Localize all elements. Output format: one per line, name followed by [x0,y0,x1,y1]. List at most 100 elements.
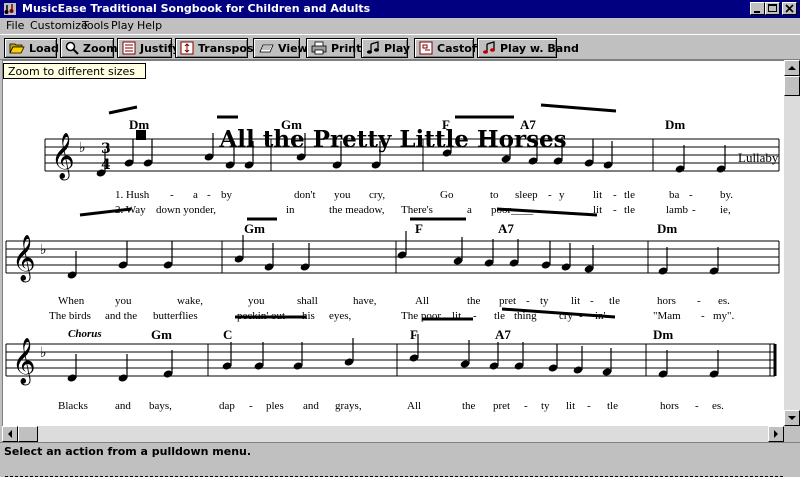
lyric-verse1: cry, [369,189,386,201]
key-signature-flat: ♭ [40,345,47,361]
lyric-verse1: y [559,189,565,201]
horizontal-scrollbar[interactable] [2,426,784,442]
minimize-icon [754,11,760,13]
lyric-verse1: to [490,189,499,201]
chord-symbol: F [415,221,423,236]
menu-file[interactable]: File [6,19,24,32]
lyric-verse2: his [302,310,315,322]
scroll-left-button[interactable] [2,426,18,442]
lyric-verse2: - [473,310,477,322]
lyric-verse1: - [590,295,594,307]
print-button[interactable]: Print [306,38,361,58]
lyric-verse2: - [613,204,617,216]
menu-play[interactable]: Play [111,19,134,32]
justify-button[interactable]: Justify [117,38,179,58]
chord-symbol: Dm [665,117,686,132]
menu-tools[interactable]: Tools [82,19,109,32]
lyric-verse1: - [587,400,591,412]
music-note-icon [367,41,379,54]
lyric-verse2: butterflies [153,310,198,322]
lyric-verse1: - [548,189,552,201]
scroll-down-button[interactable] [784,410,800,426]
treble-clef: 𝄞 [12,338,36,386]
lyric-verse1: you [115,295,132,307]
vertical-scrollbar[interactable] [784,60,800,426]
lyric-verse1: hors [660,400,679,412]
lyric-verse2: cry [559,310,574,322]
lyric-verse2: The poor [401,310,442,322]
close-button[interactable] [782,2,797,15]
load-button[interactable]: Load [4,38,59,58]
lyric-verse2: The birds [49,310,91,322]
castoff-label: Castoff [437,41,481,55]
chord-symbol: Dm [657,221,678,236]
castoff-icon [419,41,433,55]
lyric-verse2: a [467,204,472,216]
lyric-verse1: lit [593,189,603,201]
lyric-verse1: bays, [149,400,172,412]
lyric-verse1: tle [624,189,635,201]
arrow-up-icon [788,66,796,70]
lyric-verse2: thing [514,310,537,322]
lyric-verse2: poor____ [491,204,534,216]
play-with-band-button[interactable]: Play w. Band [477,38,579,58]
minimize-button[interactable] [750,2,765,15]
vertical-scroll-thumb[interactable] [784,76,800,96]
lyric-verse2: tle [624,204,635,216]
lyric-verse2: lit [593,204,603,216]
status-text: Select an action from a pulldown menu. [4,445,252,458]
printer-icon [311,41,327,55]
note-beam [108,105,138,115]
lyric-verse2: in [286,204,295,216]
lyric-verse1: Go [440,189,454,201]
score-canvas[interactable]: 𝄞 ♭ 3 4 𝄞 ♭ 𝄞 ♭ All the Pretty Little Horses Lu… [2,60,785,477]
chord-symbol: A7 [520,117,536,132]
maximize-icon [768,4,777,12]
lyric-verse2: the meadow, [329,204,385,216]
close-icon [785,4,794,13]
zoom-button[interactable]: Zoom [60,38,118,58]
lyric-verse1: and [303,400,319,412]
chord-symbol: Gm [281,117,302,132]
lyric-verse2: my". [713,310,735,322]
chord-symbol: C [223,327,233,342]
view-button[interactable]: View [253,38,308,58]
lyric-verse1: have, [353,295,377,307]
arrow-down-icon [788,416,796,420]
scroll-right-button[interactable] [768,426,784,442]
lyric-verse2: "Mam [653,310,681,322]
chord-symbol: Gm [151,327,172,342]
lyric-verse2: There's [401,204,433,216]
lyric-verse1: 1. Hush [115,189,150,201]
lyric-verse2: in' [595,310,606,322]
key-signature-flat: ♭ [40,242,47,258]
chord-symbol: Dm [129,117,150,132]
lyric-verse1: es. [718,295,730,307]
app-icon [4,3,16,15]
status-bar: Select an action from a pulldown menu. [0,442,800,460]
lyric-verse2: peckin' out [237,310,286,322]
menu-help[interactable]: Help [137,19,162,32]
transpose-icon [180,41,194,55]
scroll-up-button[interactable] [784,60,800,76]
menu-customize[interactable]: Customize [30,19,88,32]
castoff-button[interactable]: Castoff [414,38,481,58]
arrow-left-icon [8,430,12,438]
play-button[interactable]: Play [361,38,410,58]
lyric-verse2: tle [494,310,505,322]
lyric-verse2: and the [105,310,138,322]
maximize-button[interactable] [765,2,780,15]
transpose-button[interactable]: Transpose [175,38,261,58]
lyric-verse1: - [689,189,693,201]
lyric-verse1: - [526,295,530,307]
chorus-label: Chorus [68,328,102,340]
lyric-verse1: ples [266,400,284,412]
horizontal-scroll-thumb[interactable] [18,426,38,442]
chord-symbol: Dm [653,327,674,342]
folder-open-icon [9,43,25,54]
lyric-verse1: you [334,189,351,201]
view-label: View [278,41,308,55]
lyric-verse1: by. [720,189,734,201]
justify-label: Justify [140,41,180,55]
arrow-right-icon [774,430,778,438]
